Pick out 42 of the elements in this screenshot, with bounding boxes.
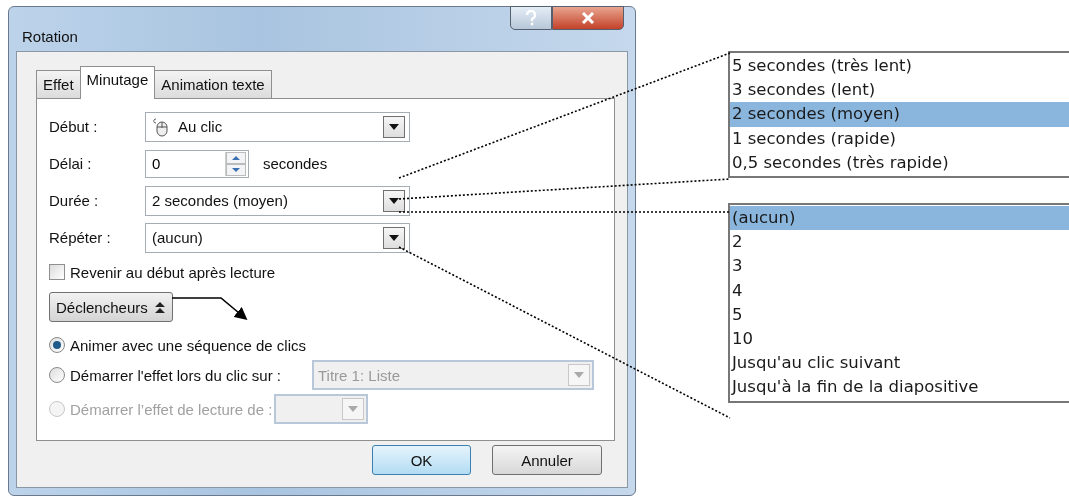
list-option[interactable]: (aucun) bbox=[730, 206, 1069, 231]
checkbox-label: Revenir au début après lecture bbox=[70, 263, 276, 281]
list-option[interactable]: 5 secondes (très lent) bbox=[730, 54, 1069, 79]
tab[interactable]: Effet bbox=[36, 70, 81, 98]
spin-arrows-icon bbox=[225, 151, 246, 176]
cancel-button[interactable]: Annuler bbox=[492, 445, 602, 475]
unit-label: secondes bbox=[263, 155, 328, 172]
close-icon bbox=[581, 12, 595, 24]
list-option[interactable]: 2 bbox=[730, 230, 1069, 255]
list-option[interactable]: Jusqu'au clic suivant bbox=[730, 351, 1069, 376]
tab[interactable]: Animation texte bbox=[154, 70, 272, 98]
list-option[interactable]: Jusqu'à la fin de la diapositive bbox=[730, 375, 1069, 400]
field-label: Début : bbox=[49, 118, 99, 135]
checkbox[interactable] bbox=[49, 264, 65, 280]
radio-button[interactable] bbox=[49, 367, 65, 383]
list-option[interactable]: 5 bbox=[730, 302, 1069, 328]
list-option[interactable]: 1 secondes (rapide) bbox=[730, 126, 1069, 151]
field-label: Durée : bbox=[49, 192, 100, 209]
dropdown[interactable]: Au clic bbox=[145, 111, 410, 142]
triggers-button[interactable]: Déclencheurs bbox=[49, 292, 173, 322]
dropdown[interactable]: (aucun) bbox=[145, 222, 410, 253]
list-option[interactable]: 3 bbox=[730, 254, 1069, 279]
list-option[interactable]: 3 secondes (lent) bbox=[730, 78, 1069, 103]
close-button[interactable] bbox=[552, 6, 624, 30]
question-mark-icon bbox=[525, 10, 537, 26]
radio-label: Démarrer l'effet lors du clic sur : bbox=[70, 366, 281, 384]
list-option[interactable]: 2 secondes (moyen) bbox=[730, 102, 1069, 127]
dropdown[interactable]: 2 secondes (moyen) bbox=[145, 185, 410, 216]
list-option[interactable]: 0,5 secondes (très rapide) bbox=[730, 150, 1069, 175]
radio-label: Démarrer l’effet de lecture de : bbox=[70, 400, 273, 418]
window-title: Rotation bbox=[22, 28, 79, 45]
help-button[interactable] bbox=[510, 6, 552, 30]
ok-button[interactable]: OK bbox=[372, 445, 471, 475]
field-label: Délai : bbox=[49, 155, 93, 172]
radio-button[interactable] bbox=[49, 337, 65, 353]
tab[interactable]: Minutage bbox=[79, 66, 156, 99]
field-label: Répéter : bbox=[49, 229, 112, 246]
radio-label: Animer avec une séquence de clics bbox=[70, 336, 306, 354]
list-option[interactable]: 4 bbox=[730, 278, 1069, 303]
list-option[interactable]: 10 bbox=[730, 327, 1069, 352]
number-spinner[interactable]: 0 bbox=[145, 149, 249, 178]
mouse-icon bbox=[152, 116, 170, 137]
